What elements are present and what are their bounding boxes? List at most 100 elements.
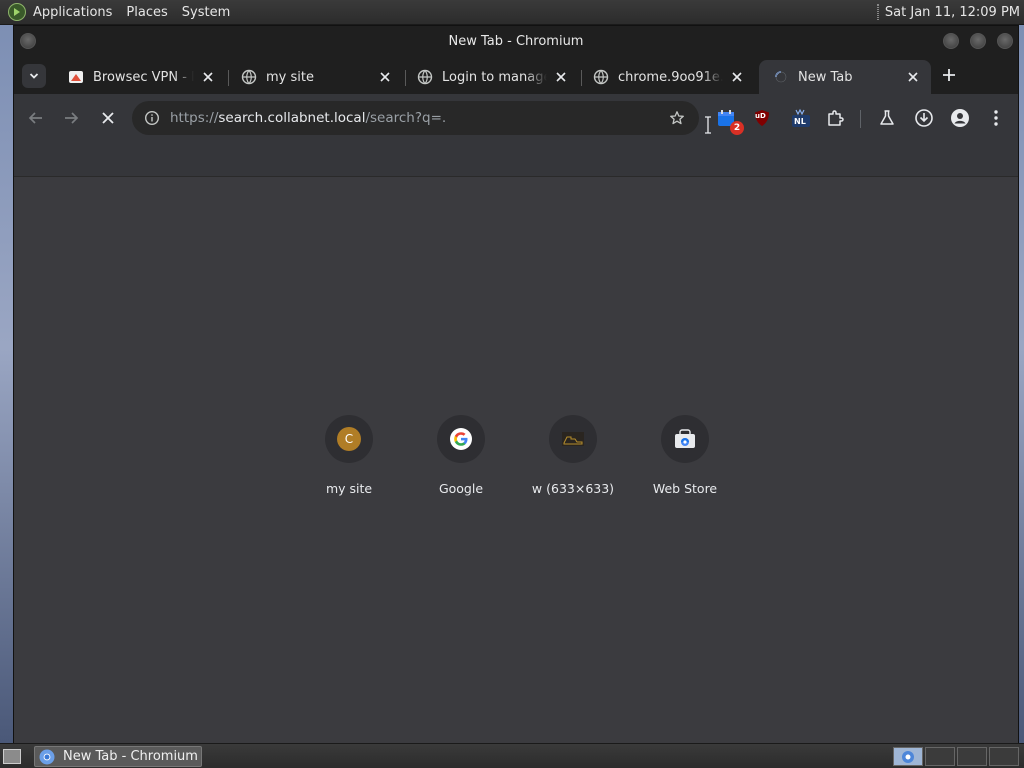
profile-button[interactable]	[948, 106, 972, 130]
image-thumb-icon	[562, 432, 584, 446]
taskbar-window-label: New Tab - Chromium	[63, 749, 198, 764]
places-menu[interactable]: Places	[126, 5, 167, 20]
shortcut-icon-container: C	[325, 415, 373, 463]
window-menu-button[interactable]	[20, 33, 36, 49]
extensions-menu-button[interactable]	[823, 106, 847, 130]
chromium-icon	[39, 749, 55, 764]
tab-my-site[interactable]: my site	[227, 60, 403, 94]
url-path: /search?q=.	[365, 110, 447, 126]
close-window-button[interactable]	[997, 33, 1013, 49]
top-panel: Applications Places System Sat Jan 11, 1…	[0, 0, 1024, 25]
bookmarks-bar	[14, 142, 1018, 177]
shortcut-label: my site	[325, 481, 373, 496]
new-tab-page: C my site Google w (633×633) Web Store	[14, 177, 1018, 744]
shortcut-icon-container	[549, 415, 597, 463]
chromium-window: New Tab - Chromium Browsec VPN - Free VP…	[13, 25, 1019, 744]
bookmark-star-icon[interactable]	[669, 110, 685, 126]
tab-strip: Browsec VPN - Free VPN for Chrome my sit…	[14, 56, 1018, 94]
info-icon[interactable]	[144, 110, 160, 126]
extension-button-calendar[interactable]: 2	[714, 106, 744, 135]
shortcut-web-store[interactable]: Web Store	[629, 415, 741, 507]
stop-loading-button[interactable]	[96, 106, 120, 130]
clock-text[interactable]: Sat Jan 11, 12:09 PM	[885, 5, 1020, 20]
applications-menu[interactable]: Applications	[33, 5, 112, 20]
google-icon	[450, 428, 472, 450]
nl-label: NL	[794, 117, 806, 126]
url-scheme: https://	[170, 110, 219, 126]
screen: Applications Places System Sat Jan 11, 1…	[0, 0, 1024, 768]
text-cursor-icon	[705, 116, 711, 134]
close-tab-icon[interactable]	[377, 69, 393, 85]
close-icon	[102, 112, 114, 124]
workspace-3[interactable]	[957, 747, 987, 766]
panel-separator	[876, 4, 879, 20]
shortcut-label: Google	[438, 481, 484, 496]
window-titlebar[interactable]: New Tab - Chromium	[14, 26, 1018, 56]
shortcut-icon-container	[437, 415, 485, 463]
letter-avatar-icon: C	[337, 427, 361, 451]
tab-title: Login to management	[442, 69, 547, 85]
window-title: New Tab - Chromium	[448, 33, 584, 49]
globe-icon	[417, 69, 433, 85]
tab-chrome-site[interactable]: chrome.9oo91e.qjz9zk	[579, 60, 755, 94]
more-vertical-icon	[994, 110, 998, 126]
browser-menu-button[interactable]	[984, 106, 1008, 130]
shortcut-label: w (633×633)	[531, 481, 615, 496]
minimize-button[interactable]	[943, 33, 959, 49]
tab-browsec[interactable]: Browsec VPN - Free VPN for Chrome	[54, 60, 226, 94]
tab-title: Browsec VPN - Free VPN for Chrome	[93, 69, 194, 85]
close-tab-icon[interactable]	[905, 69, 921, 85]
shortcut-google[interactable]: Google	[405, 415, 517, 507]
tab-new-tab[interactable]: New Tab	[759, 60, 931, 94]
close-tab-icon[interactable]	[553, 69, 569, 85]
plus-icon	[943, 69, 955, 81]
globe-icon	[241, 69, 257, 85]
url-host: search.collabnet.local	[218, 110, 366, 126]
browser-toolbar: https://search.collabnet.local/search?q=…	[14, 94, 1018, 142]
toolbar-divider	[860, 110, 861, 128]
loading-spinner-icon	[773, 69, 789, 85]
tab-title: chrome.9oo91e.qjz9zk	[618, 69, 723, 85]
arrow-left-icon	[28, 112, 42, 124]
shortcut-icon-container	[661, 415, 709, 463]
puzzle-icon	[828, 110, 844, 126]
tab-search-button[interactable]	[22, 64, 46, 88]
shortcut-my-site[interactable]: C my site	[293, 415, 405, 507]
taskbar-window-button[interactable]: New Tab - Chromium	[34, 746, 202, 767]
web-store-icon	[675, 429, 695, 448]
distro-logo-icon[interactable]	[8, 3, 26, 21]
workspace-4[interactable]	[989, 747, 1019, 766]
show-desktop-icon[interactable]	[3, 749, 21, 764]
tab-login-management[interactable]: Login to management	[403, 60, 579, 94]
arrow-right-icon	[65, 112, 79, 124]
ublock-label: uD	[755, 112, 766, 120]
extension-badge: 2	[730, 121, 744, 135]
workspace-1[interactable]	[893, 747, 923, 766]
download-icon	[915, 109, 933, 127]
shortcut-label: Web Store	[652, 481, 718, 496]
labs-button[interactable]	[875, 106, 899, 130]
flask-icon	[880, 110, 894, 125]
browsec-favicon	[68, 69, 84, 85]
forward-button[interactable]	[59, 106, 83, 130]
globe-icon	[593, 69, 609, 85]
extension-button-nl[interactable]: NL	[789, 106, 813, 130]
maximize-button[interactable]	[970, 33, 986, 49]
panel-clock-area[interactable]: Sat Jan 11, 12:09 PM	[876, 4, 1020, 20]
tab-title: my site	[266, 69, 314, 85]
chevron-down-icon	[29, 73, 39, 79]
back-button[interactable]	[24, 106, 48, 130]
extension-button-ublock[interactable]: uD	[750, 106, 774, 130]
downloads-button[interactable]	[912, 106, 936, 130]
shortcut-w-image[interactable]: w (633×633)	[517, 415, 629, 507]
tab-title: New Tab	[798, 69, 853, 85]
bottom-panel: New Tab - Chromium	[0, 743, 1024, 768]
system-menu[interactable]: System	[182, 5, 230, 20]
account-icon	[951, 109, 969, 127]
workspace-2[interactable]	[925, 747, 955, 766]
close-tab-icon[interactable]	[200, 69, 216, 85]
new-tab-button[interactable]	[940, 66, 958, 84]
chromium-mini-icon	[902, 751, 914, 763]
address-bar[interactable]: https://search.collabnet.local/search?q=…	[132, 101, 711, 135]
close-tab-icon[interactable]	[729, 69, 745, 85]
